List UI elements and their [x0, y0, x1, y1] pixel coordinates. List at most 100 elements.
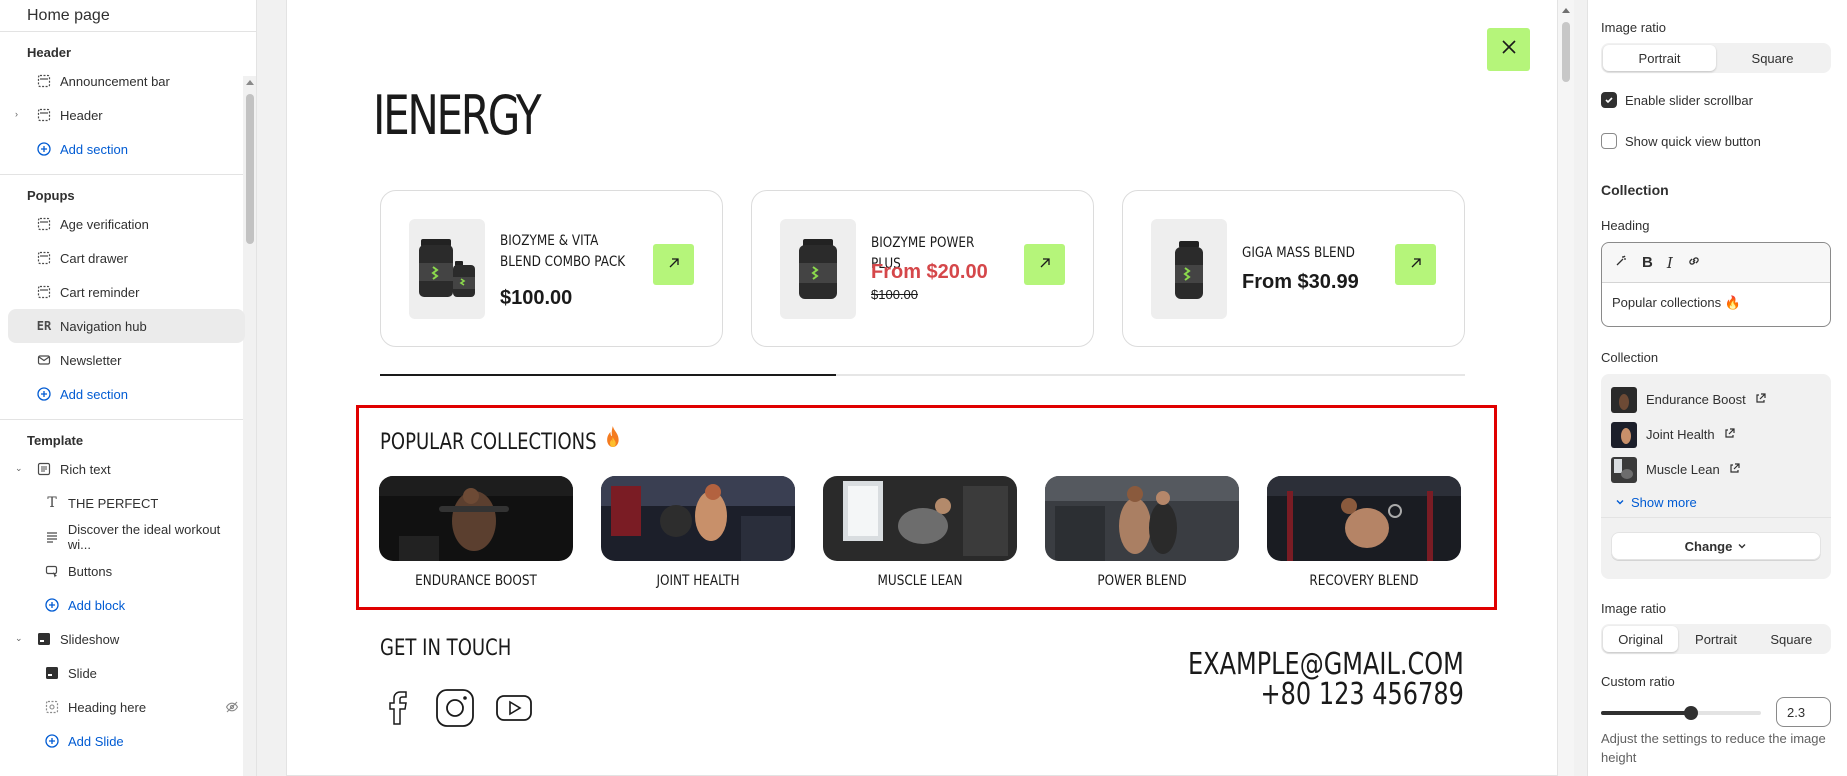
- collection-card[interactable]: JOINT HEALTH: [601, 476, 795, 589]
- collection-image[interactable]: [379, 476, 573, 561]
- instagram-icon[interactable]: [435, 688, 475, 733]
- sidebar-item-navigation-hub[interactable]: ER Navigation hub: [8, 309, 245, 343]
- external-link-icon[interactable]: [1724, 427, 1735, 442]
- add-block-button[interactable]: Add block: [8, 588, 245, 622]
- collection-card[interactable]: RECOVERY BLEND: [1267, 476, 1461, 589]
- contact-email[interactable]: EXAMPLE@GMAIL.COM: [1188, 650, 1464, 680]
- collection-card[interactable]: ENDURANCE BOOST: [379, 476, 573, 589]
- external-link-icon[interactable]: [1729, 462, 1740, 477]
- custom-ratio-input[interactable]: 2.3: [1776, 697, 1831, 727]
- section-icon: [36, 284, 52, 300]
- product-image[interactable]: [1151, 219, 1227, 319]
- change-collection-button[interactable]: Change: [1611, 532, 1821, 560]
- collection-list-name[interactable]: Endurance Boost: [1646, 392, 1746, 407]
- collection-thumbnail: [1611, 456, 1637, 483]
- contact-phone[interactable]: +80 123 456789: [1188, 680, 1464, 710]
- italic-icon[interactable]: I: [1667, 254, 1673, 272]
- enable-slider-scrollbar-checkbox[interactable]: Enable slider scrollbar: [1601, 92, 1831, 108]
- sidebar-item-discover[interactable]: Discover the ideal workout wi...: [8, 520, 245, 554]
- sidebar-item-announcement-bar[interactable]: Announcement bar: [8, 64, 245, 98]
- sidebar-scrollbar[interactable]: [243, 76, 256, 776]
- slider-track[interactable]: [1601, 711, 1761, 715]
- preview-scrollbar[interactable]: [1558, 0, 1574, 776]
- sidebar-item-slide[interactable]: Slide: [8, 656, 245, 690]
- collection-image[interactable]: [823, 476, 1017, 561]
- theme-editor: Home page Header Announcement bar › Head…: [0, 0, 1847, 776]
- image-ratio-option-original[interactable]: Original: [1603, 626, 1679, 652]
- chevron-down-icon[interactable]: ⌄: [15, 633, 23, 644]
- eye-hidden-icon[interactable]: [225, 700, 239, 717]
- popular-collections-section[interactable]: POPULAR COLLECTIONS ENDURANCE BOOST JOIN…: [356, 405, 1497, 610]
- collection-list-name[interactable]: Joint Health: [1646, 427, 1715, 442]
- collection-name[interactable]: RECOVERY BLEND: [1281, 573, 1448, 589]
- product-name[interactable]: GIGA MASS BLEND: [1242, 243, 1371, 264]
- collection-card[interactable]: MUSCLE LEAN: [823, 476, 1017, 589]
- sidebar-item-slideshow[interactable]: ⌄ Slideshow: [8, 622, 245, 656]
- facebook-icon[interactable]: [385, 688, 415, 733]
- sidebar-item-label: Navigation hub: [60, 318, 147, 334]
- collection-image[interactable]: [1045, 476, 1239, 561]
- chevron-down-icon[interactable]: ⌄: [15, 463, 23, 474]
- magic-icon[interactable]: [1614, 254, 1628, 271]
- fire-icon: [605, 425, 621, 455]
- sidebar-item-cart-reminder[interactable]: Cart reminder: [8, 275, 245, 309]
- sidebar-item-header[interactable]: › Header: [8, 98, 245, 132]
- product-card[interactable]: BIOZYME & VITA BLEND COMBO PACK $100.00: [380, 190, 723, 347]
- heading-editor-text[interactable]: Popular collections 🔥: [1602, 283, 1830, 323]
- collection-list-name[interactable]: Muscle Lean: [1646, 462, 1720, 477]
- email-icon: [36, 352, 52, 368]
- image-ratio-option-square[interactable]: Square: [1754, 626, 1829, 652]
- settings-panel: Image ratio Portrait Square Enable slide…: [1587, 0, 1847, 776]
- sidebar-item-the-perfect[interactable]: T THE PERFECT: [8, 486, 245, 520]
- sidebar-item-label: Announcement bar: [60, 73, 170, 89]
- collection-name[interactable]: JOINT HEALTH: [615, 573, 782, 589]
- product-image[interactable]: [409, 219, 485, 319]
- image-ratio-option-portrait[interactable]: Portrait: [1603, 45, 1716, 71]
- sidebar-item-heading-here[interactable]: Heading here: [8, 690, 245, 724]
- slider-handle[interactable]: [1683, 706, 1698, 720]
- product-link-button[interactable]: [1395, 244, 1436, 285]
- heading-rich-text-editor[interactable]: B I Popular collections 🔥: [1601, 242, 1831, 327]
- youtube-icon[interactable]: [495, 693, 533, 728]
- group-heading-header: Header: [27, 45, 72, 60]
- product-name[interactable]: BIOZYME & VITA BLEND COMBO PACK: [500, 231, 629, 273]
- custom-ratio-slider[interactable]: 2.3: [1601, 697, 1831, 727]
- chevron-right-icon[interactable]: ›: [15, 109, 18, 119]
- collection-card[interactable]: POWER BLEND: [1045, 476, 1239, 589]
- add-slide-button[interactable]: Add Slide: [8, 724, 245, 758]
- carousel-progress-bar[interactable]: [380, 374, 1465, 376]
- show-quick-view-checkbox[interactable]: Show quick view button: [1601, 133, 1831, 149]
- sidebar-item-age-verification[interactable]: Age verification: [8, 207, 245, 241]
- sidebar-item-newsletter[interactable]: Newsletter: [8, 343, 245, 377]
- product-link-button[interactable]: [1024, 244, 1065, 285]
- image-ratio-option-portrait[interactable]: Portrait: [1678, 626, 1753, 652]
- close-button[interactable]: [1487, 28, 1530, 71]
- image-ratio-option-square[interactable]: Square: [1716, 45, 1829, 71]
- add-section-button[interactable]: Add section: [8, 377, 245, 411]
- product-card[interactable]: GIGA MASS BLEND From $30.99: [1122, 190, 1465, 347]
- collection-image[interactable]: [1267, 476, 1461, 561]
- product-image[interactable]: [780, 219, 856, 319]
- sidebar-item-buttons[interactable]: Buttons: [8, 554, 245, 588]
- product-link-button[interactable]: [653, 244, 694, 285]
- show-more-button[interactable]: Show more: [1611, 487, 1821, 517]
- sidebar-item-cart-drawer[interactable]: Cart drawer: [8, 241, 245, 275]
- bold-icon[interactable]: B: [1642, 254, 1653, 271]
- external-link-icon[interactable]: [1755, 392, 1766, 407]
- collection-list-item[interactable]: Joint Health: [1611, 417, 1821, 452]
- add-section-button[interactable]: Add section: [8, 132, 245, 166]
- group-heading-popups: Popups: [27, 188, 75, 203]
- brand-logo-text[interactable]: IENERGY: [373, 84, 542, 147]
- collection-name[interactable]: MUSCLE LEAN: [837, 573, 1004, 589]
- collection-list-item[interactable]: Endurance Boost: [1611, 382, 1821, 417]
- checkbox-unchecked-icon[interactable]: [1601, 133, 1617, 149]
- collection-name[interactable]: POWER BLEND: [1059, 573, 1226, 589]
- product-card[interactable]: BIOZYME POWER PLUS From $20.00 $100.00: [751, 190, 1094, 347]
- link-icon[interactable]: [1687, 254, 1701, 271]
- collection-name[interactable]: ENDURANCE BOOST: [393, 573, 560, 589]
- sidebar-item-label: Header: [60, 107, 103, 123]
- checkbox-checked-icon[interactable]: [1601, 92, 1617, 108]
- collection-list-item[interactable]: Muscle Lean: [1611, 452, 1821, 487]
- collection-image[interactable]: [601, 476, 795, 561]
- sidebar-item-rich-text[interactable]: ⌄ Rich text: [8, 452, 245, 486]
